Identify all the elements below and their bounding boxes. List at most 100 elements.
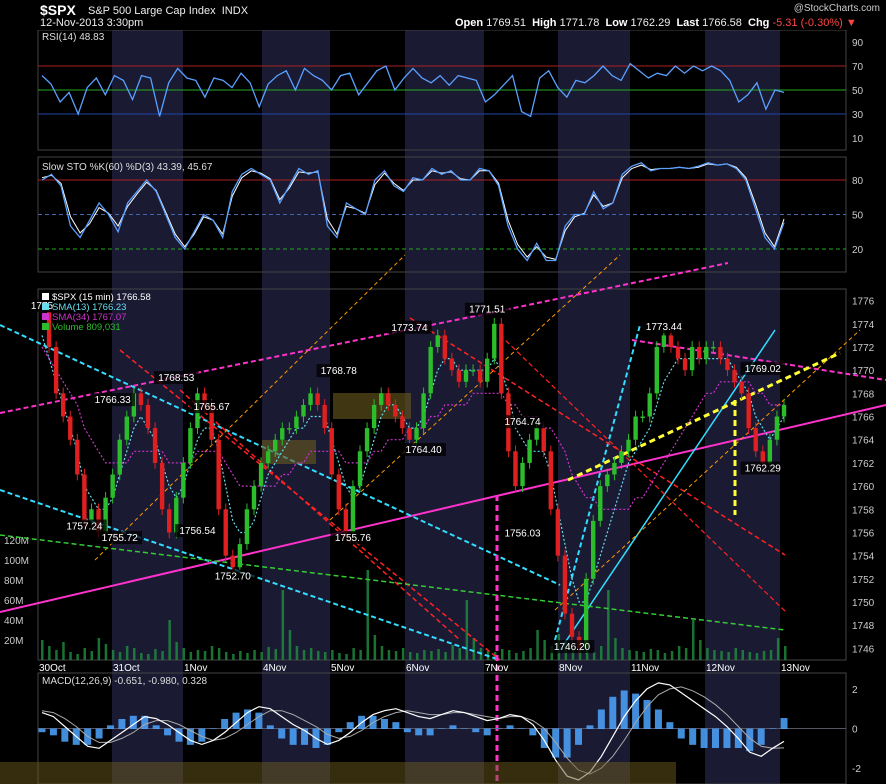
price-candle-body [414, 428, 419, 440]
volume-bar [642, 652, 645, 660]
volume-bar [607, 590, 610, 660]
instrument-name: S&P 500 Large Cap Index INDX [88, 5, 248, 17]
price-legend-swatch [42, 293, 49, 300]
price-candle-body [633, 416, 638, 440]
macd-hist-bar [164, 728, 172, 736]
price-candle-body [223, 509, 228, 556]
price-candle-body [647, 393, 652, 417]
price-candle-body [513, 451, 518, 487]
price-candle-body [725, 358, 730, 371]
price-candle-body [781, 404, 787, 417]
price-legend-swatch [42, 323, 49, 330]
volume-bar [741, 650, 744, 660]
price-candle-body [336, 474, 341, 510]
low-value: 1762.29 [630, 17, 671, 29]
price-candle-body [329, 428, 334, 475]
macd-hist-bar [723, 728, 731, 749]
macd-hist-bar [278, 728, 286, 739]
price-label-text: 1746.20 [554, 642, 591, 653]
volume-bar [182, 648, 185, 660]
x-axis-label: 1Nov [184, 663, 207, 674]
volume-tick-label: 20M [4, 636, 23, 647]
price-label-text: 1773.74 [391, 323, 428, 334]
volume-bar [458, 648, 461, 660]
volume-bar [338, 653, 341, 660]
macd-hist-bar [38, 728, 46, 733]
price-label: 1746.20 [549, 640, 595, 654]
timestamp: 12-Nov-2013 3:30pm [40, 17, 144, 29]
price-candle-body [739, 381, 744, 394]
price-tick-label: 1768 [852, 389, 875, 400]
x-axis-label: 30Oct [39, 663, 66, 674]
price-candle-body [591, 520, 596, 579]
price-candle-body [492, 323, 497, 359]
volume-bar [69, 652, 72, 660]
volume-bar [394, 651, 398, 660]
price-candle-body [760, 451, 765, 463]
x-axis-label: 11Nov [631, 663, 659, 674]
price-label: 1764.74 [500, 415, 545, 429]
price-candle-body [322, 404, 327, 429]
macd-hist-bar [346, 722, 354, 729]
price-candle-body [569, 613, 575, 637]
x-axis-label: 13Nov [781, 663, 810, 674]
price-candle-body [463, 370, 469, 382]
price-candle-body [605, 474, 610, 487]
volume-bar [713, 650, 716, 660]
down-arrow-icon: ▼ [845, 17, 857, 29]
price-candle-body [435, 335, 440, 347]
volume-bar [677, 646, 681, 660]
volume-bar [635, 651, 638, 660]
macd-highlight-box [0, 762, 676, 784]
macd-hist-bar [392, 722, 400, 729]
price-candle-body [456, 370, 462, 382]
volume-bar [217, 648, 221, 660]
price-label-text: 1756.54 [179, 526, 216, 537]
price-candle-body [364, 428, 370, 452]
open-label: Open [455, 17, 484, 29]
price-tick-label: 1760 [852, 482, 875, 493]
volume-bar [288, 630, 292, 660]
macd-hist-bar [472, 728, 480, 733]
macd-hist-bar [266, 725, 274, 729]
volume-bar [324, 652, 327, 660]
price-candle-body [732, 370, 737, 382]
price-label-text: 1764.74 [504, 417, 541, 428]
price-label: 1771.51 [464, 302, 510, 316]
macd-hist-bar [620, 690, 628, 729]
macd-hist-bar [597, 709, 605, 729]
volume-bar [196, 650, 200, 660]
price-candle-body [697, 346, 702, 359]
price-candle-body [294, 416, 299, 429]
macd-hist-bar [118, 718, 126, 729]
macd-hist-bar [609, 696, 617, 729]
price-candle-body [230, 555, 235, 568]
rsi-legend: RSI(14) 48.83 [42, 32, 105, 43]
price-candle-body [541, 428, 546, 452]
price-candle-body [689, 346, 695, 371]
macd-hist-bar [757, 728, 765, 745]
macd-hist-bar [106, 725, 114, 729]
sto-tick-label: 50 [852, 211, 864, 222]
price-tick-label: 1772 [852, 343, 875, 354]
volume-bar [118, 652, 122, 660]
volume-bar [111, 650, 115, 660]
macd-hist-bar [495, 728, 503, 729]
price-candle-body [485, 358, 490, 382]
price-label-text: 1756.03 [504, 528, 541, 539]
macd-tick-label: 0 [852, 725, 858, 736]
price-label: 1773.74 [387, 320, 432, 334]
macd-hist-bar [289, 728, 297, 745]
price-candle-body [152, 428, 158, 463]
price-candle-body [718, 346, 723, 359]
low-label: Low [605, 17, 628, 29]
volume-bar [670, 651, 674, 660]
price-candle-body [237, 544, 243, 568]
price-candle-body [393, 404, 398, 417]
volume-bar [175, 642, 178, 660]
price-label-text: 1755.76 [335, 533, 372, 544]
x-axis-label: 8Nov [559, 663, 582, 674]
volume-bar [90, 651, 93, 660]
price-candle-body [280, 428, 285, 440]
chart-canvas: 9070503010RSI(14) 48.83805020Slow STO %K… [0, 29, 886, 784]
